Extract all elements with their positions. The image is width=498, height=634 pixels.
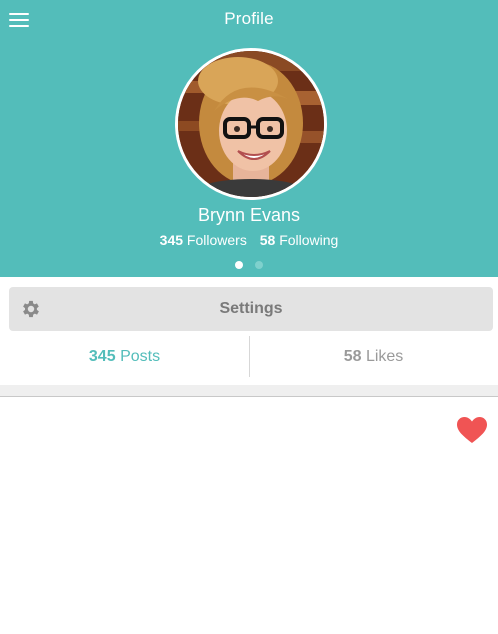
posts-label: Posts bbox=[120, 348, 161, 365]
page-indicator bbox=[0, 261, 498, 269]
likes-count: 58 bbox=[343, 348, 362, 365]
tab-likes[interactable]: 58 Likes bbox=[249, 336, 498, 377]
page-title: Profile bbox=[224, 9, 274, 28]
followers-count[interactable]: 345 bbox=[160, 232, 183, 248]
following-count[interactable]: 58 bbox=[260, 232, 276, 248]
posts-count: 345 bbox=[88, 348, 116, 365]
avatar[interactable] bbox=[175, 48, 327, 200]
profile-header: Profile Brynn Evans 345 Followers 58 Fol… bbox=[0, 0, 498, 277]
following-label[interactable]: Following bbox=[279, 232, 338, 248]
page-dot-1[interactable] bbox=[235, 261, 243, 269]
settings-button[interactable]: Settings bbox=[9, 287, 493, 331]
tab-posts[interactable]: 345 Posts bbox=[0, 336, 249, 377]
profile-tabs: 345 Posts 58 Likes bbox=[0, 336, 498, 377]
section-separator bbox=[0, 385, 498, 396]
profile-name: Brynn Evans bbox=[197, 205, 301, 225]
follow-stats: 345 Followers 58 Following bbox=[0, 232, 498, 248]
likes-label: Likes bbox=[365, 348, 404, 365]
heart-icon[interactable] bbox=[456, 416, 488, 444]
followers-label[interactable]: Followers bbox=[187, 232, 247, 248]
avatar-photo bbox=[178, 51, 324, 197]
divider bbox=[0, 396, 498, 397]
settings-label: Settings bbox=[219, 300, 283, 317]
page-dot-2[interactable] bbox=[255, 261, 263, 269]
